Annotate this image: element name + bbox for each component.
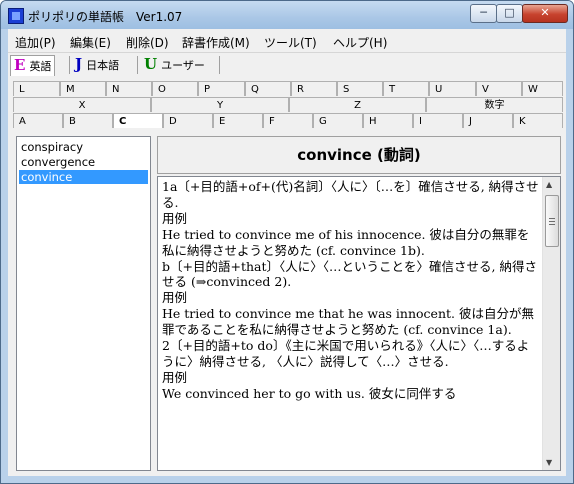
tab-p[interactable]: P bbox=[198, 81, 245, 96]
list-item[interactable]: convergence bbox=[19, 155, 148, 169]
close-icon: ✕ bbox=[540, 6, 550, 19]
tab-d[interactable]: D bbox=[163, 113, 213, 128]
tab-k[interactable]: K bbox=[513, 113, 563, 128]
tab-v[interactable]: V bbox=[476, 81, 522, 96]
language-tabs: E 英語 J 日本語 U ユーザー bbox=[8, 52, 566, 78]
close-button[interactable]: ✕ bbox=[522, 4, 568, 23]
tab-f[interactable]: F bbox=[263, 113, 313, 128]
language-tab-japanese[interactable]: J 日本語 bbox=[75, 55, 119, 75]
letter-tab-row-2: X Y Z 数字 bbox=[8, 97, 566, 113]
tab-b[interactable]: B bbox=[63, 113, 113, 128]
language-divider bbox=[69, 56, 70, 74]
maximize-icon: □ bbox=[504, 6, 515, 19]
list-item-selected[interactable]: convince bbox=[19, 170, 148, 184]
tab-l[interactable]: L bbox=[13, 81, 60, 96]
title-bar[interactable]: ポリポリの単語帳 Ver1.07 ─ □ ✕ bbox=[1, 1, 573, 29]
tab-z[interactable]: Z bbox=[289, 97, 426, 112]
definition-panel[interactable]: 1a〔+目的語+of+(代)名詞〕〈人に〉〔…を〕確信させる, 納得させる. 用… bbox=[157, 176, 561, 471]
tab-r[interactable]: R bbox=[291, 81, 337, 96]
tab-a[interactable]: A bbox=[13, 113, 63, 128]
menu-tools[interactable]: ツール(T) bbox=[264, 34, 317, 51]
client-area: 追加(P) 編集(E) 削除(D) 辞書作成(M) ツール(T) ヘルプ(H) … bbox=[8, 29, 566, 476]
language-divider bbox=[219, 56, 220, 74]
tab-g[interactable]: G bbox=[313, 113, 363, 128]
tab-j[interactable]: J bbox=[463, 113, 513, 128]
tab-t[interactable]: T bbox=[383, 81, 429, 96]
tab-c[interactable]: C bbox=[113, 113, 163, 128]
tab-e[interactable]: E bbox=[213, 113, 263, 128]
menu-edit[interactable]: 編集(E) bbox=[70, 34, 111, 51]
tab-o[interactable]: O bbox=[152, 81, 198, 96]
tab-q[interactable]: Q bbox=[245, 81, 291, 96]
headword-title: convince (動詞) bbox=[157, 136, 561, 174]
scroll-thumb[interactable] bbox=[545, 195, 559, 247]
tab-n[interactable]: N bbox=[106, 81, 152, 96]
tab-h[interactable]: H bbox=[363, 113, 413, 128]
menu-make-dictionary[interactable]: 辞書作成(M) bbox=[182, 34, 250, 51]
tab-m[interactable]: M bbox=[60, 81, 106, 96]
menu-add[interactable]: 追加(P) bbox=[15, 34, 56, 51]
app-window: ポリポリの単語帳 Ver1.07 ─ □ ✕ 追加(P) 編集(E) 削除(D)… bbox=[0, 0, 574, 484]
tab-x[interactable]: X bbox=[13, 97, 151, 112]
menu-help[interactable]: ヘルプ(H) bbox=[333, 34, 387, 51]
scroll-grip-icon bbox=[549, 221, 555, 222]
minimize-icon: ─ bbox=[480, 6, 487, 19]
list-item[interactable]: conspiracy bbox=[19, 140, 148, 154]
tab-s[interactable]: S bbox=[337, 81, 383, 96]
japanese-letter-icon: J bbox=[75, 55, 83, 73]
language-label-japanese: 日本語 bbox=[86, 59, 120, 72]
tab-w[interactable]: W bbox=[522, 81, 563, 96]
app-icon bbox=[8, 8, 24, 24]
menu-bar: 追加(P) 編集(E) 削除(D) 辞書作成(M) ツール(T) ヘルプ(H) bbox=[8, 30, 566, 52]
scroll-grip-icon bbox=[549, 224, 555, 225]
scroll-grip-icon bbox=[549, 218, 555, 219]
tab-u[interactable]: U bbox=[429, 81, 476, 96]
language-label-english: 英語 bbox=[29, 60, 52, 73]
english-letter-icon: E bbox=[14, 56, 26, 74]
language-label-user: ユーザー bbox=[161, 59, 205, 72]
letter-tab-row-1: L M N O P Q R S T U V W bbox=[8, 81, 566, 97]
language-tab-user[interactable]: U ユーザー bbox=[144, 55, 205, 75]
tab-i[interactable]: I bbox=[413, 113, 463, 128]
tab-numbers[interactable]: 数字 bbox=[426, 97, 563, 112]
window-title: ポリポリの単語帳 Ver1.07 bbox=[28, 10, 183, 24]
user-letter-icon: U bbox=[144, 55, 158, 73]
menu-delete[interactable]: 削除(D) bbox=[126, 34, 169, 51]
letter-tab-row-3: A B C D E F G H I J K bbox=[8, 113, 566, 129]
language-divider bbox=[137, 56, 138, 74]
word-list[interactable]: conspiracy convergence convince bbox=[16, 136, 151, 471]
minimize-button[interactable]: ─ bbox=[470, 4, 497, 23]
scroll-up-icon[interactable]: ▲ bbox=[546, 180, 552, 189]
maximize-button[interactable]: □ bbox=[496, 4, 523, 23]
vertical-scrollbar[interactable]: ▲ ▼ bbox=[542, 177, 560, 470]
tab-y[interactable]: Y bbox=[151, 97, 289, 112]
definition-text: 1a〔+目的語+of+(代)名詞〕〈人に〉〔…を〕確信させる, 納得させる. 用… bbox=[162, 179, 539, 401]
language-tab-english[interactable]: E 英語 bbox=[10, 55, 56, 76]
scroll-down-icon[interactable]: ▼ bbox=[546, 458, 552, 467]
